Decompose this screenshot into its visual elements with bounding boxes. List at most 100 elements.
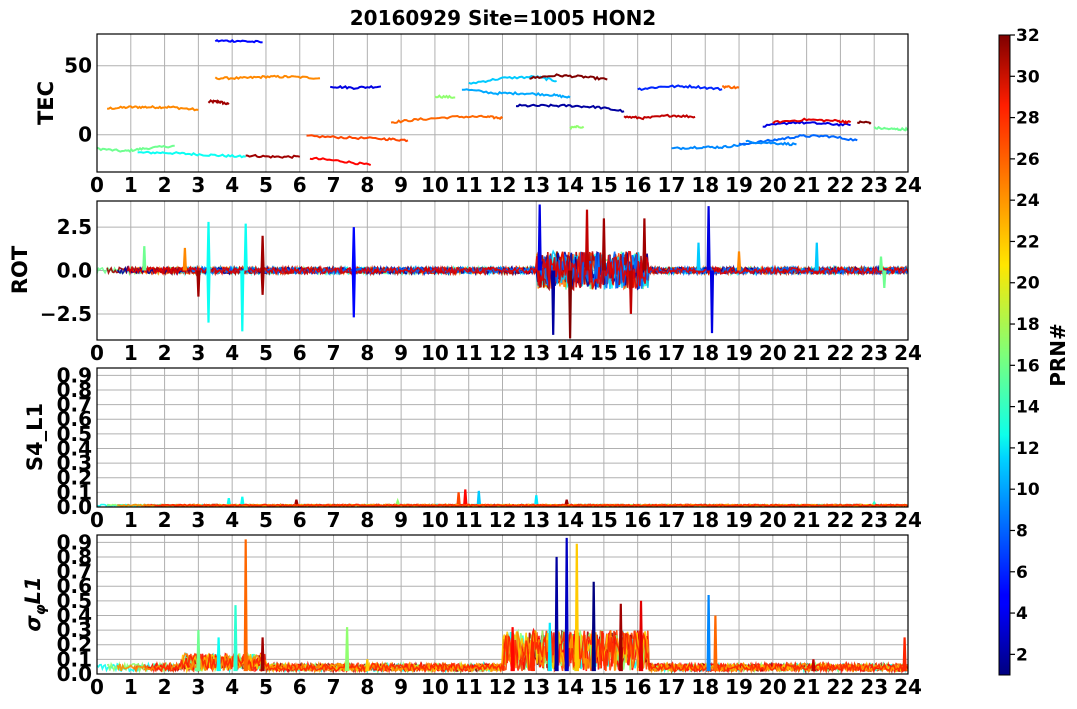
x-tick-label: 4 <box>225 508 239 532</box>
x-tick-label: 23 <box>860 341 888 365</box>
tec-series-prn-24 <box>214 74 321 81</box>
tec-series-prn-13 <box>137 150 247 159</box>
colorbar-tick-label: 30 <box>1016 67 1040 87</box>
spike-prn-2 <box>551 270 556 335</box>
x-tick-label: 8 <box>360 508 374 532</box>
x-tick-label: 24 <box>894 341 922 365</box>
x-tick-label: 20 <box>759 173 787 197</box>
x-tick-label: 19 <box>725 675 753 699</box>
spike-prn-13 <box>206 221 211 271</box>
x-tick-label: 13 <box>522 508 550 532</box>
spike-prn-13 <box>216 637 221 672</box>
x-tick-label: 10 <box>421 675 449 699</box>
spike-prn-31 <box>601 218 606 271</box>
tec-series-prn-31 <box>245 153 301 159</box>
x-tick-label: 2 <box>158 341 172 365</box>
x-tick-label: 3 <box>191 341 205 365</box>
grid <box>96 368 909 508</box>
x-tick-label: 19 <box>725 508 753 532</box>
tec-series-prn-16 <box>97 144 175 153</box>
x-tick-label: 4 <box>225 675 239 699</box>
spike-prn-12 <box>547 622 552 672</box>
x-tick-label: 23 <box>860 173 888 197</box>
x-tick-label: 7 <box>327 341 341 365</box>
spike-prn-1 <box>591 581 596 672</box>
panel-rot: 0 1 2 3 4 5 6 7 8 9 10 11 12 13 14 15 16 17 18 19 20 21 22 23 24… <box>8 200 922 365</box>
spike-prn-22 <box>574 543 579 672</box>
x-tick-label: 8 <box>360 341 374 365</box>
tec-series-prn-25 <box>390 114 504 124</box>
y-tick-labels: −2.5 0.0 2.5 <box>40 215 92 326</box>
x-tick-label: 2 <box>158 675 172 699</box>
spike-prn-28 <box>510 627 515 672</box>
x-tick-label: 16 <box>624 675 652 699</box>
spike-prn-13 <box>240 270 245 332</box>
spike-prn-31 <box>618 603 623 672</box>
spike-prn-4 <box>706 206 711 271</box>
x-tick-label: 6 <box>293 173 307 197</box>
colorbar-tick-label: 4 <box>1016 604 1028 624</box>
x-tick-label: 22 <box>826 508 854 532</box>
x-tick-labels: 0 1 2 3 4 5 6 7 8 9 10 11 12 13 14 15 16 17 18 19 20 21 22 23 24 <box>90 675 922 699</box>
x-tick-label: 24 <box>894 675 922 699</box>
x-tick-label: 8 <box>360 675 374 699</box>
spike-prn-16 <box>196 630 201 672</box>
spike-prn-16 <box>142 246 147 271</box>
x-tick-labels: 0 1 2 3 4 5 6 7 8 9 10 11 12 13 14 15 16 17 18 19 20 21 22 23 24 <box>90 173 922 197</box>
x-tick-label: 13 <box>522 341 550 365</box>
x-tick-label: 9 <box>394 508 408 532</box>
x-tick-label: 9 <box>394 173 408 197</box>
x-tick-label: 21 <box>793 675 821 699</box>
spike-prn-25 <box>713 615 718 672</box>
x-tick-label: 8 <box>360 173 374 197</box>
x-tick-label: 2 <box>158 173 172 197</box>
tec-series-prn-28 <box>309 156 372 167</box>
x-tick-label: 6 <box>293 341 307 365</box>
tec-series-prn-31 <box>207 99 230 106</box>
colorbar-tick-label: 2 <box>1016 645 1028 665</box>
spike-prn-30 <box>584 209 590 271</box>
colorbar-tick-label: 24 <box>1016 191 1040 211</box>
colorbar-tick-label: 8 <box>1016 521 1028 541</box>
y-tick-label: 0 <box>78 123 92 147</box>
colorbar-tick-label: 16 <box>1016 356 1040 376</box>
spike-prn-32 <box>568 270 573 339</box>
colorbar: 2468101214161820222426283032 PRN# <box>998 26 1070 676</box>
tec-series-prn-5 <box>214 38 263 44</box>
x-tick-label: 22 <box>826 675 854 699</box>
tec-series-prn-24 <box>107 104 199 112</box>
y-axis-label: ROT <box>8 245 32 294</box>
x-tick-label: 11 <box>455 675 483 699</box>
x-tick-label: 6 <box>293 675 307 699</box>
spike-prn-31 <box>260 637 265 672</box>
spike-prn-27 <box>530 641 535 672</box>
x-tick-label: 24 <box>894 508 922 532</box>
x-tick-label: 23 <box>860 508 888 532</box>
y-tick-labels: 0 50 <box>64 54 92 147</box>
x-tick-label: 5 <box>259 508 273 532</box>
x-tick-label: 16 <box>624 508 652 532</box>
x-tick-label: 23 <box>860 675 888 699</box>
x-tick-label: 9 <box>394 675 408 699</box>
chart-title: 20160929 Site=1005 HON2 <box>350 6 656 30</box>
spike-prn-11 <box>814 242 819 271</box>
x-tick-label: 13 <box>522 675 550 699</box>
spike-prn-25 <box>243 539 248 672</box>
spike-prn-26 <box>456 492 461 505</box>
x-tick-label: 18 <box>691 675 719 699</box>
x-tick-label: 14 <box>556 341 584 365</box>
x-tick-label: 20 <box>759 508 787 532</box>
x-tick-label: 12 <box>489 675 517 699</box>
x-tick-label: 21 <box>793 341 821 365</box>
x-tick-label: 11 <box>455 173 483 197</box>
x-tick-labels: 0 1 2 3 4 5 6 7 8 9 10 11 12 13 14 15 16 17 18 19 20 21 22 23 24 <box>90 341 922 365</box>
x-tick-label: 16 <box>624 341 652 365</box>
x-tick-label: 22 <box>826 173 854 197</box>
x-tick-label: 0 <box>90 675 104 699</box>
x-tick-label: 6 <box>293 508 307 532</box>
x-tick-labels: 0 1 2 3 4 5 6 7 8 9 10 11 12 13 14 15 16 17 18 19 20 21 22 23 24 <box>90 508 922 532</box>
tec-series-prn-26 <box>306 134 409 143</box>
x-tick-label: 20 <box>759 675 787 699</box>
x-tick-label: 1 <box>124 173 138 197</box>
spike-prn-14 <box>233 605 238 672</box>
